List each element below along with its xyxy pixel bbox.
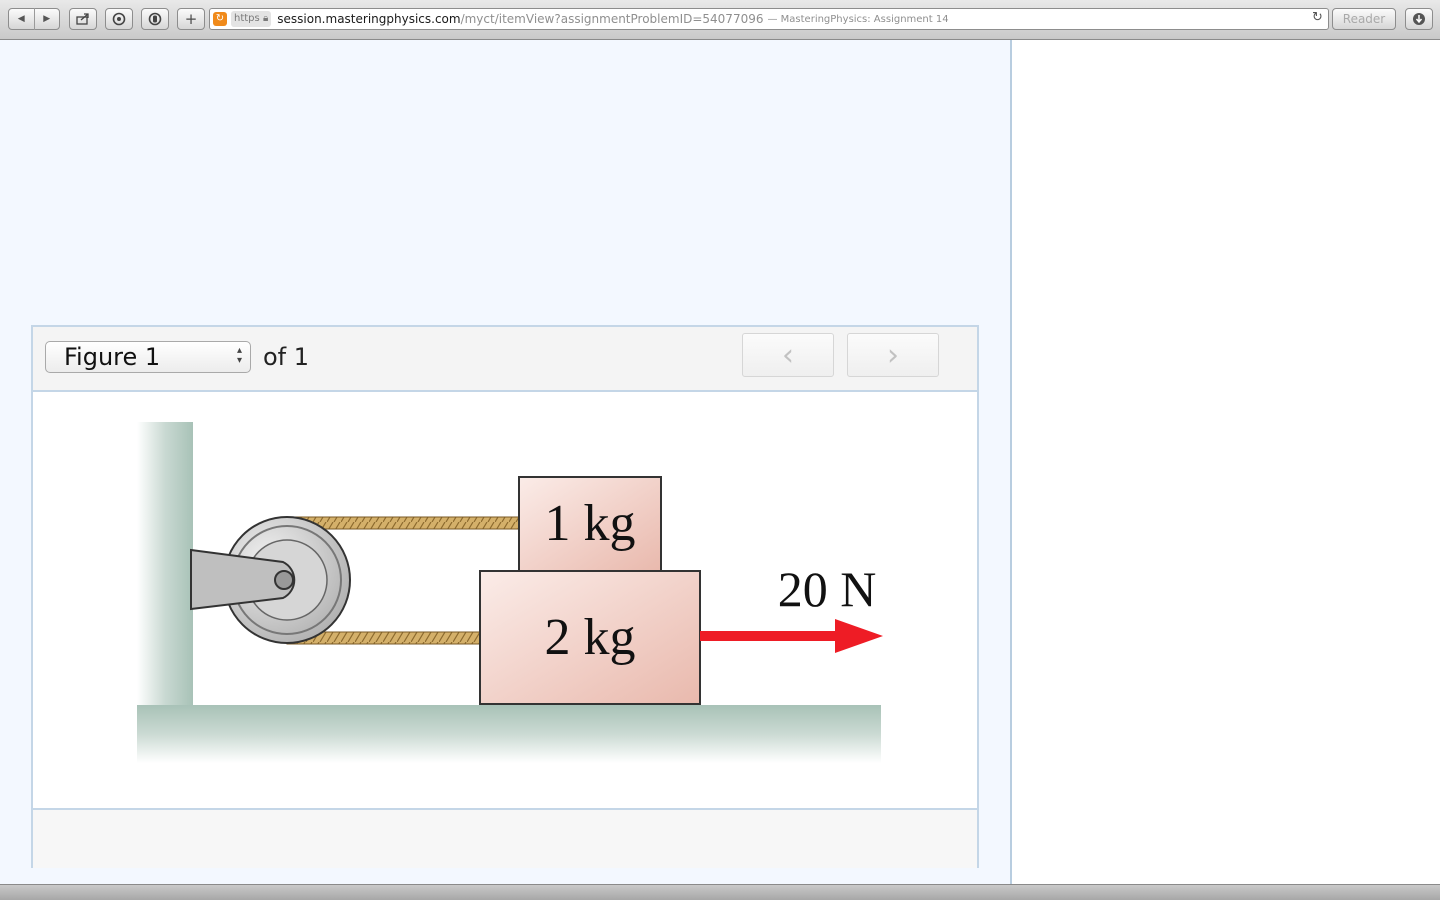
site-favicon-icon: ↻ <box>213 12 227 26</box>
extension-icon <box>148 12 162 26</box>
reload-icon[interactable]: ↻ <box>1312 10 1323 25</box>
forward-icon[interactable]: ▶ <box>35 14 60 24</box>
add-bookmark-button[interactable]: + <box>177 8 205 30</box>
floor <box>137 705 881 763</box>
address-bar[interactable]: ↻ https 🔒︎ session.masteringphysics.com /… <box>209 8 1329 30</box>
force-arrow-head <box>835 619 883 653</box>
chevron-left-icon: ‹ <box>782 337 794 373</box>
figure-select-value: Figure 1 <box>64 343 161 371</box>
browser-toolbar: ◀ ▶ + ↻ https 🔒︎ session.masteringphysic… <box>0 0 1440 40</box>
pulley-axle <box>274 570 294 590</box>
share-icon <box>76 13 89 25</box>
url-path: /myct/itemView?assignmentProblemID=54077… <box>460 12 764 26</box>
next-figure-button[interactable]: › <box>847 333 939 377</box>
figure-select[interactable]: Figure 1 ▴ ▾ <box>45 341 251 373</box>
figure-panel: Figure 1 ▴ ▾ of 1 ‹ › 1 kg 2 kg 20 N <box>31 325 979 868</box>
lock-icon: 🔒︎ <box>262 13 269 24</box>
block-1kg-label: 1 kg <box>545 495 636 552</box>
block-2kg-label: 2 kg <box>545 609 636 666</box>
status-bar <box>0 884 1440 900</box>
reader-button[interactable]: Reader <box>1332 8 1396 30</box>
https-label: https <box>234 13 260 24</box>
chevron-right-icon: › <box>887 337 899 373</box>
figure-header: Figure 1 ▴ ▾ of 1 ‹ › <box>33 327 977 392</box>
back-icon[interactable]: ◀ <box>9 14 34 24</box>
top-sites-button[interactable] <box>105 8 133 30</box>
downloads-button[interactable] <box>1405 8 1433 30</box>
pulley-diagram: 1 kg 2 kg 20 N <box>137 422 883 763</box>
plus-icon: + <box>184 10 198 28</box>
figure-image-area: 1 kg 2 kg 20 N <box>33 392 977 808</box>
right-pane <box>1012 40 1440 884</box>
top-sites-icon <box>112 12 126 26</box>
force-label: 20 N <box>778 561 877 617</box>
figure-count: of 1 <box>263 343 310 371</box>
figure-footer <box>33 808 977 868</box>
share-button[interactable] <box>69 8 97 30</box>
extension-button[interactable] <box>141 8 169 30</box>
back-forward-buttons[interactable]: ◀ ▶ <box>8 8 60 30</box>
download-icon <box>1413 13 1425 25</box>
force-arrow-shaft <box>700 631 840 641</box>
previous-figure-button[interactable]: ‹ <box>742 333 834 377</box>
page-title: — MasteringPhysics: Assignment 14 <box>767 13 949 25</box>
https-badge: https 🔒︎ <box>231 11 272 27</box>
url-host: session.masteringphysics.com <box>277 12 461 26</box>
select-arrows-icon: ▴ ▾ <box>236 345 242 366</box>
wall-upper <box>137 422 193 705</box>
